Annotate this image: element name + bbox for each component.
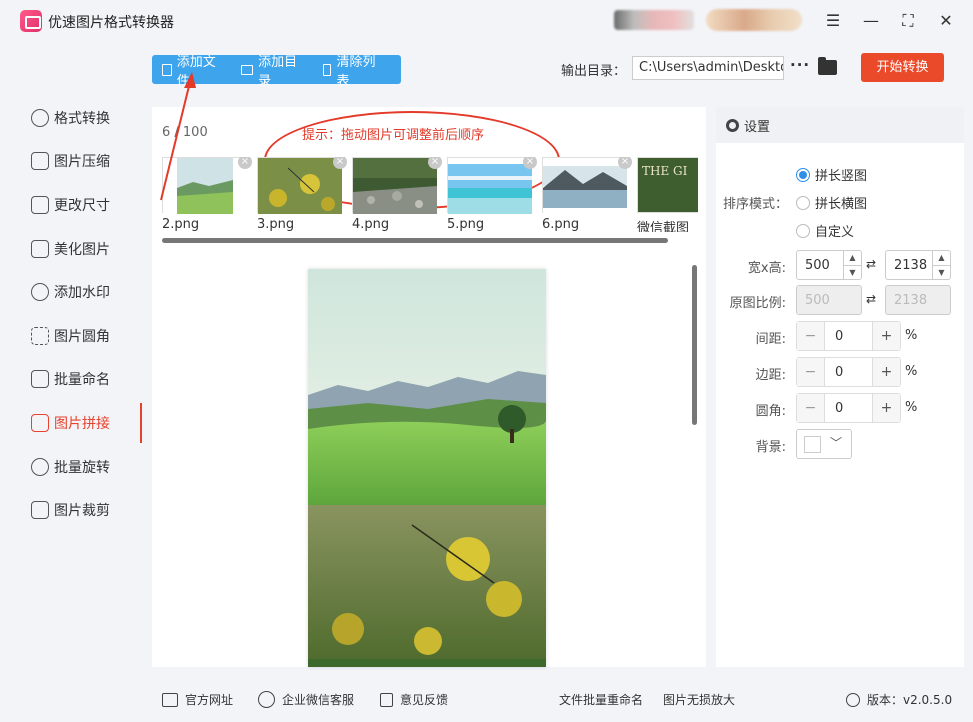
margin-stepper[interactable]: −0 + [796,357,901,387]
refresh-icon [846,692,860,707]
footer-bar: 官方网址 企业微信客服 意见反馈 文件批量重命名 图片无损放大 版本：v2.0.… [0,682,973,718]
radio-icon [796,223,810,238]
feedback-label: 意见反馈 [400,693,449,707]
plus-icon[interactable]: + [872,394,900,422]
radio-icon [796,167,810,182]
ratio-width-value: 500 [805,293,830,308]
background-label: 背景: [755,440,786,455]
decrement-icon[interactable]: ▼ [843,265,861,279]
version-info[interactable]: 版本：v2.0.5.0 [846,691,952,708]
feedback-icon [380,692,393,707]
chevron-down-icon: ﹀ [830,436,843,450]
website-link[interactable]: 官方网址 [162,691,233,708]
sort-option-label: 拼长横图 [815,197,868,212]
settings-panel: 设置 拼长竖图 排序模式： 拼长横图 自定义 宽x高: 500 ▲ ▼ ⇄ 21… [716,107,964,667]
swap-icon: ⇄ [866,292,877,306]
radio-icon [796,195,810,210]
wechat-service-link[interactable]: 企业微信客服 [258,691,354,708]
ratio-height-input: 2138 [885,285,951,315]
background-color-select[interactable]: ﹀ [796,429,852,459]
height-value: 2138 [894,258,928,273]
margin-label: 边距: [755,368,786,383]
percent-unit: % [905,400,918,415]
version-label: 版本：v2.0.5.0 [867,693,953,707]
chat-icon [258,691,275,708]
lossless-enlarge-label: 图片无损放大 [663,693,736,707]
swap-icon[interactable]: ⇄ [866,257,876,271]
sort-option-label: 拼长竖图 [815,169,868,184]
ratio-width-input: 500 [796,285,862,315]
sort-mode-label: 排序模式： [722,197,788,212]
spacing-stepper[interactable]: −0 + [796,321,901,351]
settings-header: 设置 [716,107,964,143]
height-input[interactable]: 2138 ▲ ▼ [885,250,951,280]
plus-icon[interactable]: + [872,322,900,350]
decrement-icon[interactable]: ▼ [932,265,950,279]
lossless-enlarge-link[interactable]: 图片无损放大 [663,691,735,708]
margin-value: 0 [835,365,844,380]
increment-icon[interactable]: ▲ [843,251,861,265]
settings-title: 设置 [744,119,771,135]
width-value: 500 [805,258,830,273]
minus-icon[interactable]: − [797,394,825,422]
sort-option-horizontal[interactable]: 拼长横图 [796,193,867,212]
wechat-service-label: 企业微信客服 [282,693,355,707]
size-label: 宽x高: [747,261,786,276]
batch-rename-label: 文件批量重命名 [559,693,644,707]
spacing-label: 间距: [755,332,786,347]
minus-icon[interactable]: − [797,322,825,350]
batch-rename-link[interactable]: 文件批量重命名 [559,691,643,708]
color-swatch [804,436,821,453]
ratio-height-value: 2138 [894,293,928,308]
minus-icon[interactable]: − [797,358,825,386]
width-input[interactable]: 500 ▲ ▼ [796,250,862,280]
feedback-link[interactable]: 意见反馈 [380,691,448,708]
sort-option-label: 自定义 [815,225,855,240]
increment-icon[interactable]: ▲ [932,251,950,265]
website-label: 官方网址 [185,693,234,707]
ratio-label: 原图比例: [729,296,786,311]
spacing-value: 0 [835,329,844,344]
percent-unit: % [905,328,918,343]
corner-value: 0 [835,401,844,416]
plus-icon[interactable]: + [872,358,900,386]
corner-stepper[interactable]: −0 + [796,393,901,423]
gear-icon [726,118,739,132]
corner-label: 圆角: [755,404,786,419]
website-icon [162,692,178,707]
sort-option-vertical[interactable]: 拼长竖图 [796,165,867,184]
sort-option-custom[interactable]: 自定义 [796,221,854,240]
percent-unit: % [905,364,918,379]
